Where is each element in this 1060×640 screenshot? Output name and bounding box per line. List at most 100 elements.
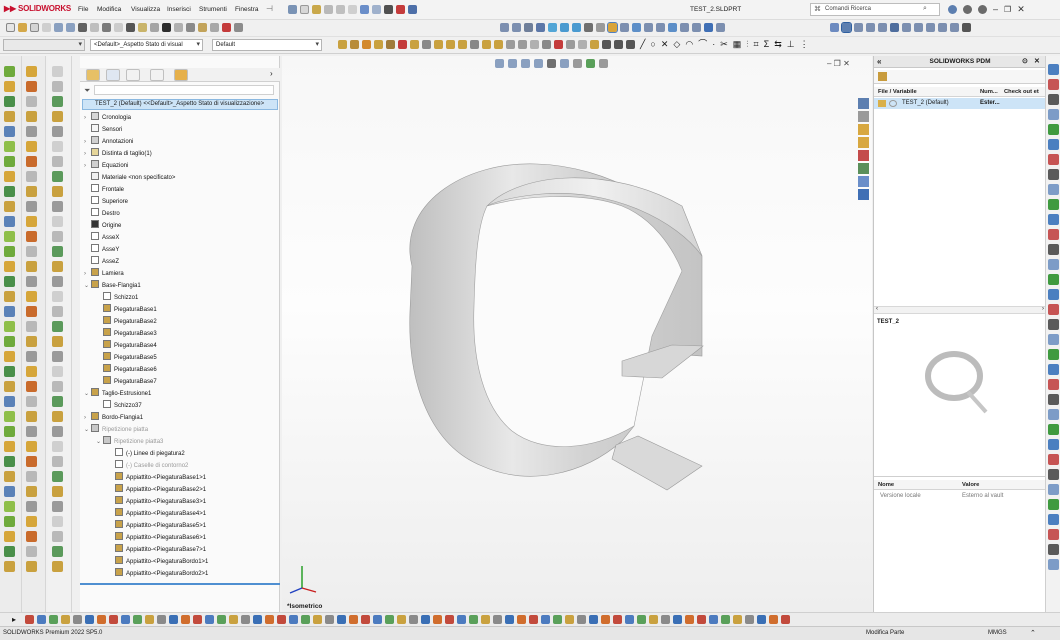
rib-icon[interactable] bbox=[234, 23, 243, 32]
edit-appearance-hud-icon[interactable] bbox=[586, 59, 595, 68]
task-pane-tool-icon[interactable] bbox=[1048, 409, 1059, 420]
tree-item[interactable]: AsseX bbox=[84, 232, 119, 243]
arc-icon[interactable]: ⌒ bbox=[698, 40, 707, 49]
col-num[interactable]: Num... bbox=[980, 87, 998, 97]
left-tool-b-icon[interactable] bbox=[26, 306, 37, 317]
tree-item[interactable]: PiegaturaBase3 bbox=[96, 328, 157, 339]
rebuild-traffic-icon[interactable] bbox=[396, 5, 405, 14]
feature-icon-13[interactable] bbox=[482, 40, 491, 49]
task-pane-tool-icon[interactable] bbox=[1048, 424, 1059, 435]
options-icon[interactable] bbox=[408, 5, 417, 14]
save-icon[interactable] bbox=[336, 5, 345, 14]
custom-properties-icon[interactable] bbox=[858, 176, 869, 187]
apply-scene-icon[interactable] bbox=[607, 22, 618, 33]
left-tool-c-icon[interactable] bbox=[52, 66, 63, 77]
taskbar-app-icon[interactable] bbox=[745, 615, 754, 624]
taskbar-app-icon[interactable] bbox=[637, 615, 646, 624]
left-tool-a-icon[interactable] bbox=[4, 516, 15, 527]
revolve-icon[interactable] bbox=[162, 23, 171, 32]
left-tool-c-icon[interactable] bbox=[52, 111, 63, 122]
pdm-action-icon[interactable] bbox=[878, 72, 887, 81]
view-icon-4[interactable] bbox=[878, 23, 887, 32]
taskbar-app-icon[interactable] bbox=[769, 615, 778, 624]
tree-item[interactable]: › Bordo-Flangia1 bbox=[84, 412, 143, 423]
taskbar-app-icon[interactable] bbox=[85, 615, 94, 624]
col-file[interactable]: File / Variabile bbox=[878, 87, 917, 97]
left-tool-a-icon[interactable] bbox=[4, 66, 15, 77]
smart-dimension-icon[interactable] bbox=[138, 23, 147, 32]
left-tool-c-icon[interactable] bbox=[52, 531, 63, 542]
taskbar-app-icon[interactable] bbox=[421, 615, 430, 624]
sweep-icon[interactable] bbox=[174, 23, 183, 32]
taskbar-app-icon[interactable] bbox=[457, 615, 466, 624]
task-pane-tool-icon[interactable] bbox=[1048, 289, 1059, 300]
left-tool-b-icon[interactable] bbox=[26, 351, 37, 362]
appearances-icon[interactable] bbox=[858, 163, 869, 174]
tree-item[interactable]: PiegaturaBase7 bbox=[96, 376, 157, 387]
tree-item[interactable]: ⌄ Base-Flangia1 bbox=[84, 280, 141, 291]
feature-icon-19[interactable] bbox=[554, 40, 563, 49]
left-tool-c-icon[interactable] bbox=[52, 246, 63, 257]
feature-icon-18[interactable] bbox=[542, 40, 551, 49]
zoom-area-icon[interactable] bbox=[512, 23, 521, 32]
task-pane-tool-icon[interactable] bbox=[1048, 544, 1059, 555]
edit-appearance-icon[interactable] bbox=[596, 23, 605, 32]
zoom-to-fit-icon[interactable] bbox=[495, 59, 504, 68]
shaded-edges-icon[interactable] bbox=[632, 23, 641, 32]
left-tool-c-icon[interactable] bbox=[52, 321, 63, 332]
feature-icon-10[interactable] bbox=[446, 40, 455, 49]
dynamic-annotation-icon[interactable] bbox=[548, 23, 557, 32]
task-pane-tool-icon[interactable] bbox=[1048, 184, 1059, 195]
left-tool-a-icon[interactable] bbox=[4, 201, 15, 212]
left-tool-b-icon[interactable] bbox=[26, 396, 37, 407]
left-tool-c-icon[interactable] bbox=[52, 471, 63, 482]
left-tool-b-icon[interactable] bbox=[26, 336, 37, 347]
task-pane-tool-icon[interactable] bbox=[1048, 139, 1059, 150]
left-tool-c-icon[interactable] bbox=[52, 216, 63, 227]
left-tool-b-icon[interactable] bbox=[26, 501, 37, 512]
menu-strumenti[interactable]: Strumenti bbox=[199, 6, 227, 13]
left-tool-a-icon[interactable] bbox=[4, 126, 15, 137]
task-pane-tool-icon[interactable] bbox=[1048, 484, 1059, 495]
task-pane-tool-icon[interactable] bbox=[1048, 379, 1059, 390]
taskbar-app-icon[interactable] bbox=[217, 615, 226, 624]
print-icon[interactable] bbox=[348, 5, 357, 14]
task-pane-tool-icon[interactable] bbox=[1048, 499, 1059, 510]
taskbar-app-icon[interactable] bbox=[49, 615, 58, 624]
tree-item[interactable]: AsseZ bbox=[84, 256, 119, 267]
new-document-icon[interactable] bbox=[6, 23, 15, 32]
sum-icon[interactable]: Σ bbox=[764, 40, 770, 49]
taskbar-app-icon[interactable] bbox=[445, 615, 454, 624]
shell-icon[interactable] bbox=[222, 23, 231, 32]
view-icon-7[interactable] bbox=[914, 23, 923, 32]
tree-item[interactable]: Appiattito-<PiegaturaBordo2>1 bbox=[108, 568, 208, 579]
taskbar-app-icon[interactable] bbox=[697, 615, 706, 624]
solidworks-logo[interactable]: ▶▶ SOLIDWORKS bbox=[4, 4, 71, 13]
left-tool-a-icon[interactable] bbox=[4, 276, 15, 287]
task-pane-tool-icon[interactable] bbox=[1048, 469, 1059, 480]
zoom-fit-icon[interactable] bbox=[500, 23, 509, 32]
left-tool-c-icon[interactable] bbox=[52, 381, 63, 392]
taskbar-app-icon[interactable] bbox=[277, 615, 286, 624]
print-document-icon[interactable] bbox=[42, 23, 51, 32]
offset-icon[interactable]: ⌗ bbox=[754, 40, 759, 49]
settings-icon[interactable]: ⊙ bbox=[1022, 56, 1028, 68]
view-icon-6[interactable] bbox=[902, 23, 911, 32]
left-tool-b-icon[interactable] bbox=[26, 276, 37, 287]
left-tool-b-icon[interactable] bbox=[26, 291, 37, 302]
taskbar-app-icon[interactable] bbox=[685, 615, 694, 624]
task-pane-tool-icon[interactable] bbox=[1048, 319, 1059, 330]
left-tool-a-icon[interactable] bbox=[4, 141, 15, 152]
left-tool-a-icon[interactable] bbox=[4, 351, 15, 362]
left-tool-b-icon[interactable] bbox=[26, 261, 37, 272]
tree-item[interactable]: › Annotazioni bbox=[84, 136, 133, 147]
taskbar-app-icon[interactable] bbox=[265, 615, 274, 624]
taskbar-app-icon[interactable] bbox=[397, 615, 406, 624]
feature-icon-6[interactable] bbox=[398, 40, 407, 49]
tree-item[interactable]: › Lamiera bbox=[84, 268, 124, 279]
ambient-occlusion-icon[interactable] bbox=[704, 23, 713, 32]
view-icon-2[interactable] bbox=[854, 23, 863, 32]
pdm-scrollbar[interactable]: ‹ › bbox=[874, 306, 1046, 314]
tab-display-manager[interactable] bbox=[174, 69, 188, 81]
task-pane-tool-icon[interactable] bbox=[1048, 79, 1059, 90]
